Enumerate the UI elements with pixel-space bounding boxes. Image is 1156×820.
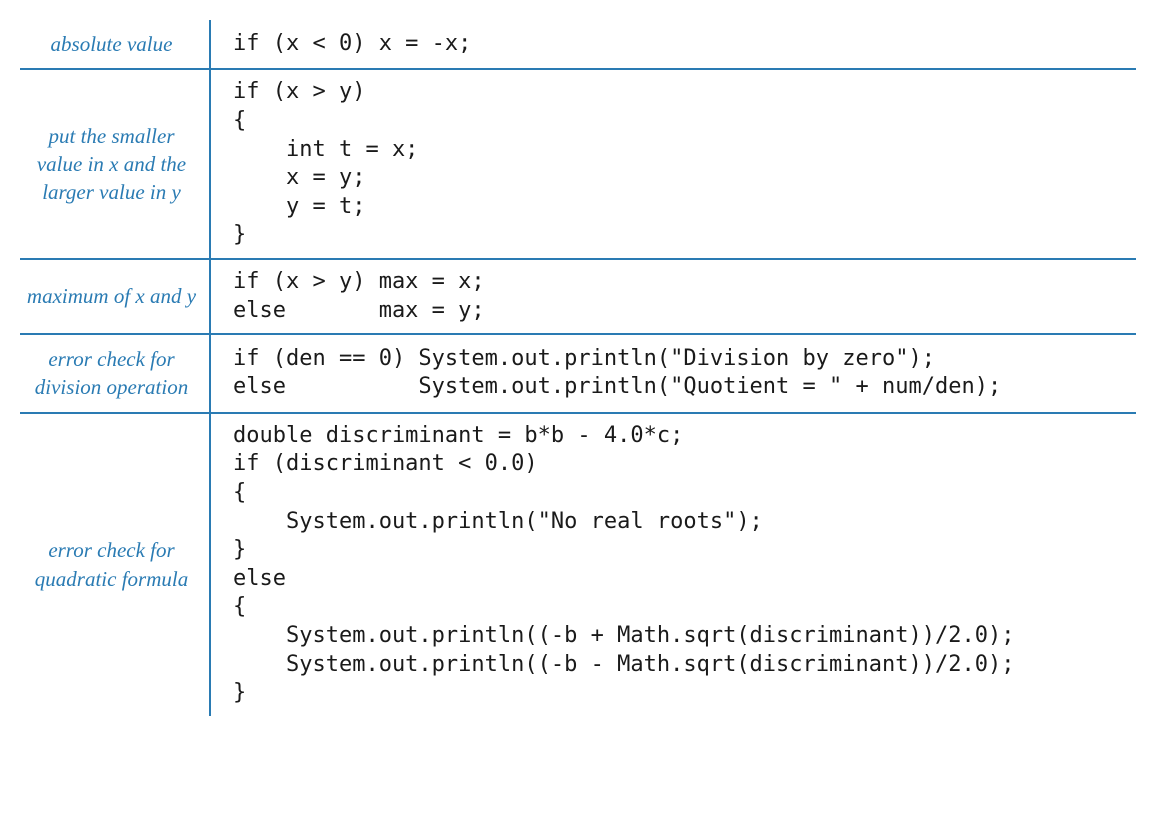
table-row: error check for quadratic formula double… <box>20 413 1136 716</box>
code-snippet: if (den == 0) System.out.println("Divisi… <box>233 345 1126 402</box>
code-examples-table: absolute value if (x < 0) x = -x; put th… <box>20 20 1136 716</box>
row-label: absolute value <box>20 20 210 69</box>
row-code-cell: if (den == 0) System.out.println("Divisi… <box>210 334 1136 413</box>
row-code-cell: if (x > y) max = x; else max = y; <box>210 259 1136 334</box>
table-row: absolute value if (x < 0) x = -x; <box>20 20 1136 69</box>
row-label: put the smaller value in x and the large… <box>20 69 210 259</box>
row-label: error check for quadratic formula <box>20 413 210 716</box>
row-label: error check for division operation <box>20 334 210 413</box>
code-snippet: if (x > y) max = x; else max = y; <box>233 268 1126 325</box>
row-code-cell: if (x < 0) x = -x; <box>210 20 1136 69</box>
code-snippet: double discriminant = b*b - 4.0*c; if (d… <box>233 422 1126 708</box>
table-row: error check for division operation if (d… <box>20 334 1136 413</box>
row-code-cell: if (x > y) { int t = x; x = y; y = t; } <box>210 69 1136 259</box>
table-row: maximum of x and y if (x > y) max = x; e… <box>20 259 1136 334</box>
code-snippet: if (x > y) { int t = x; x = y; y = t; } <box>233 78 1126 250</box>
code-snippet: if (x < 0) x = -x; <box>233 30 1126 59</box>
table-row: put the smaller value in x and the large… <box>20 69 1136 259</box>
row-code-cell: double discriminant = b*b - 4.0*c; if (d… <box>210 413 1136 716</box>
row-label: maximum of x and y <box>20 259 210 334</box>
